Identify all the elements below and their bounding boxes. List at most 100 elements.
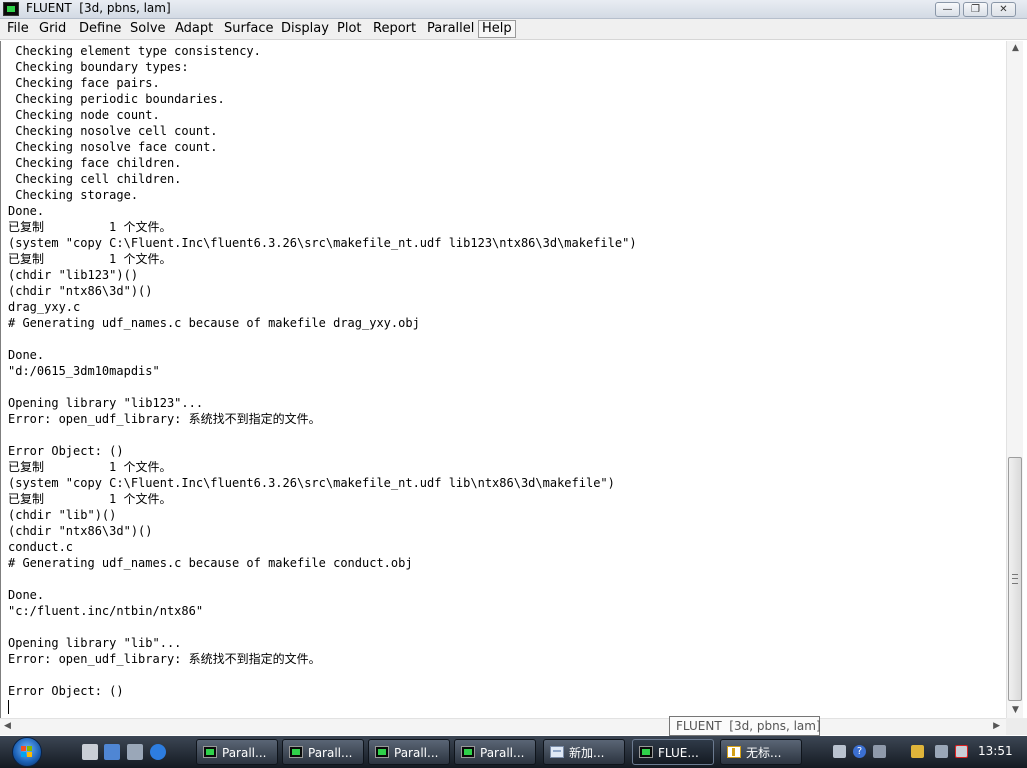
taskbar-item-label: Parall... [308, 746, 353, 760]
console-line: Checking node count. [8, 108, 160, 122]
console-line: Done. [8, 204, 45, 218]
console-line: "d:/0615_3dm10mapdis" [8, 364, 160, 378]
taskbar-item[interactable]: 新加... [543, 739, 625, 765]
console-line: Checking face children. [8, 156, 182, 170]
menu-surface[interactable]: Surface [221, 21, 277, 37]
fluent-app-icon[interactable] [3, 2, 19, 16]
console-line: (chdir "lib")() [8, 508, 117, 522]
console-line: Opening library "lib"... [8, 636, 182, 650]
horizontal-scrollbar[interactable]: ◀ ▶ [0, 718, 1006, 735]
close-button[interactable]: ✕ [991, 2, 1016, 17]
taskbar-item-label: Parall... [222, 746, 267, 760]
console-line: Error Object: () [8, 684, 124, 698]
console-line: (system "copy C:\Fluent.Inc\fluent6.3.26… [8, 476, 615, 490]
taskbar-item-label: 新加... [569, 746, 605, 760]
taskbar-item-label: 无标... [746, 746, 782, 760]
title-bar: FLUENT [3d, pbns, lam] — ❐ ✕ [0, 0, 1027, 19]
show-desktop-icon[interactable] [104, 744, 120, 760]
console-line: Opening library "lib123"... [8, 396, 204, 410]
menu-bar: File Grid Define Solve Adapt Surface Dis… [0, 19, 1027, 40]
menu-adapt[interactable]: Adapt [172, 21, 216, 37]
console-line: # Generating udf_names.c because of make… [8, 556, 413, 570]
console-line: 已复制 1 个文件。 [8, 252, 172, 266]
maximize-button[interactable]: ❐ [963, 2, 988, 17]
console-line: 已复制 1 个文件。 [8, 492, 172, 506]
taskbar-item-active[interactable]: FLUE... [632, 739, 714, 765]
grip-icon [1012, 574, 1018, 584]
network-icon[interactable] [935, 745, 948, 758]
console-line: 已复制 1 个文件。 [8, 460, 172, 474]
vertical-scrollbar[interactable]: ▲ ▼ [1006, 41, 1023, 718]
fluent-icon [203, 746, 217, 758]
menu-display[interactable]: Display [278, 21, 332, 37]
word-icon [727, 746, 741, 758]
console-line: Error: open_udf_library: 系统找不到指定的文件。 [8, 652, 321, 666]
fluent-icon [375, 746, 389, 758]
menu-parallel[interactable]: Parallel [424, 21, 477, 37]
scrollbar-corner [1006, 718, 1027, 735]
console-line: Checking nosolve face count. [8, 140, 218, 154]
taskbar-item[interactable]: 无标... [720, 739, 802, 765]
volume-muted-icon[interactable] [955, 745, 968, 758]
console-line: conduct.c [8, 540, 74, 554]
internet-explorer-icon[interactable] [150, 744, 166, 760]
menu-help[interactable]: Help [478, 20, 516, 38]
taskbar-item[interactable]: Parall... [282, 739, 364, 765]
console-line: (chdir "ntx86\3d")() [8, 284, 153, 298]
minimize-button[interactable]: — [935, 2, 960, 17]
system-clock[interactable]: 13:51 [978, 744, 1013, 758]
console-output[interactable]: Checking element type consistency. Check… [0, 41, 1006, 718]
menu-file[interactable]: File [4, 21, 32, 37]
fluent-icon [289, 746, 303, 758]
scroll-up-arrow-icon[interactable]: ▲ [1009, 42, 1022, 55]
text-cursor [8, 700, 9, 714]
console-line: (chdir "lib123")() [8, 268, 139, 282]
console-line: Done. [8, 588, 45, 602]
console-line: Error Object: () [8, 444, 124, 458]
console-line: 已复制 1 个文件。 [8, 220, 172, 234]
scroll-left-arrow-icon[interactable]: ◀ [4, 721, 11, 731]
console-line: "c:/fluent.inc/ntbin/ntx86" [8, 604, 204, 618]
taskbar: Parall... Parall... Parall... Parall... … [0, 736, 1027, 768]
notepad-icon [550, 746, 564, 758]
taskbar-item-label: Parall... [394, 746, 439, 760]
console-line: # Generating udf_names.c because of make… [8, 316, 420, 330]
vertical-scroll-thumb[interactable] [1008, 457, 1022, 701]
console-line: Checking boundary types: [8, 60, 189, 74]
fluent-icon [461, 746, 475, 758]
scroll-right-arrow-icon[interactable]: ▶ [993, 721, 1000, 731]
taskbar-tooltip: FLUENT [3d, pbns, lam] [669, 716, 821, 736]
keyboard-icon[interactable] [833, 745, 846, 758]
taskbar-item[interactable]: Parall... [368, 739, 450, 765]
taskbar-item[interactable]: Parall... [196, 739, 278, 765]
fluent-icon [639, 746, 653, 758]
security-icon[interactable] [911, 745, 924, 758]
console-line: Error: open_udf_library: 系统找不到指定的文件。 [8, 412, 321, 426]
console-line: (chdir "ntx86\3d")() [8, 524, 153, 538]
console-line: Checking periodic boundaries. [8, 92, 225, 106]
menu-plot[interactable]: Plot [334, 21, 365, 37]
menu-grid[interactable]: Grid [36, 21, 69, 37]
menu-report[interactable]: Report [370, 21, 419, 37]
menu-solve[interactable]: Solve [127, 21, 169, 37]
taskbar-item-label: Parall... [480, 746, 525, 760]
console-line: drag_yxy.c [8, 300, 81, 314]
windows-logo-icon [21, 746, 33, 758]
console-line: Done. [8, 348, 45, 362]
quicklaunch-server-icon[interactable] [82, 744, 98, 760]
console-line: Checking storage. [8, 188, 139, 202]
taskbar-item[interactable]: Parall... [454, 739, 536, 765]
menu-define[interactable]: Define [76, 21, 124, 37]
console-line: Checking cell children. [8, 172, 182, 186]
start-button[interactable] [12, 737, 42, 767]
console-line: Checking nosolve cell count. [8, 124, 218, 138]
window-title: FLUENT [3d, pbns, lam] [26, 1, 171, 15]
help-icon[interactable]: ? [853, 745, 866, 758]
console-line: Checking element type consistency. [8, 44, 261, 58]
switch-windows-icon[interactable] [127, 744, 143, 760]
language-bar-icon[interactable] [873, 745, 886, 758]
scroll-down-arrow-icon[interactable]: ▼ [1009, 704, 1022, 717]
console-line: Checking face pairs. [8, 76, 160, 90]
console-line: (system "copy C:\Fluent.Inc\fluent6.3.26… [8, 236, 637, 250]
taskbar-item-label: FLUE... [658, 746, 699, 760]
